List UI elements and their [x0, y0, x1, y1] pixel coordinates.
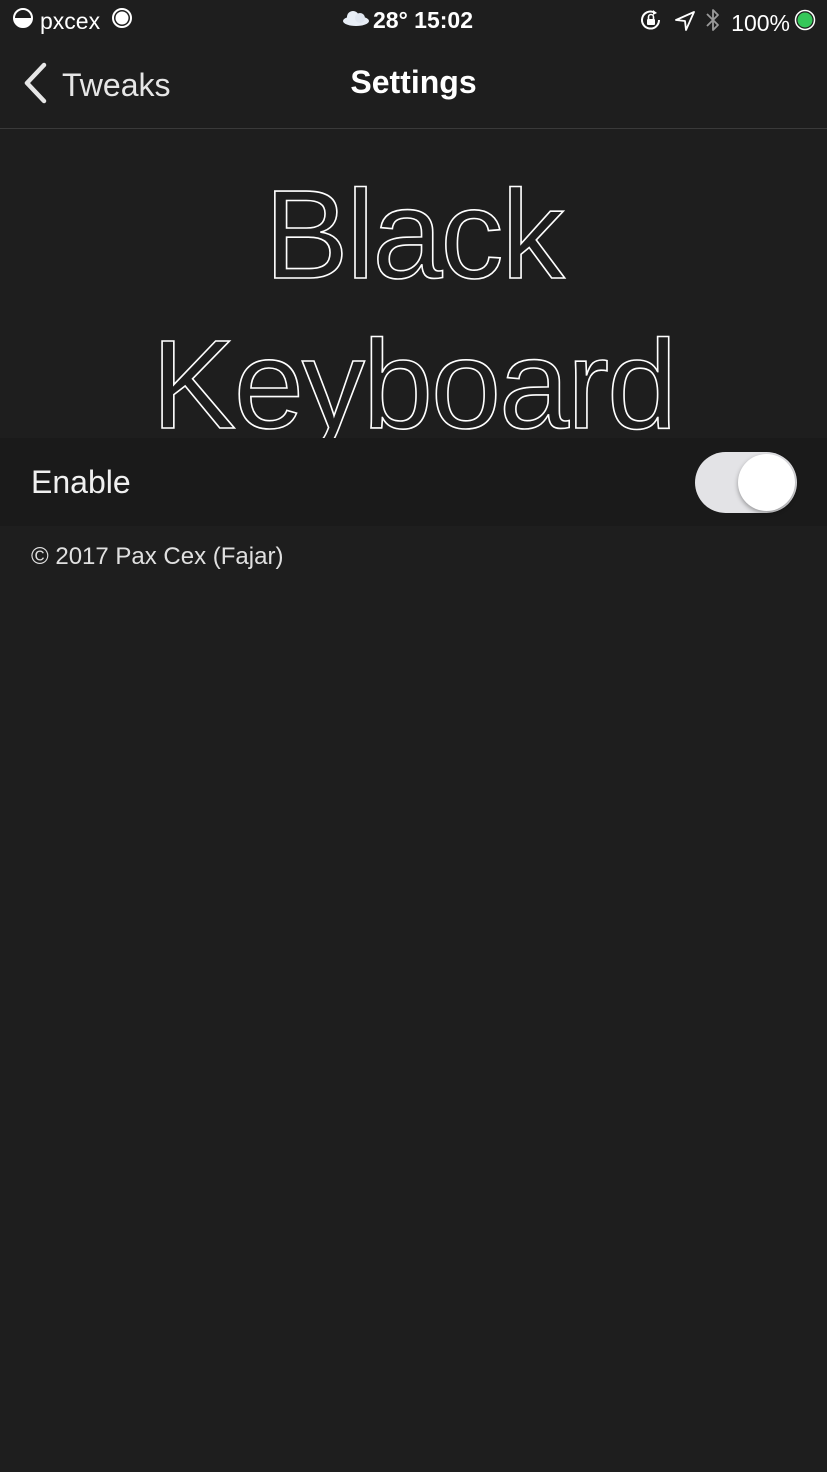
rotation-lock-icon — [639, 9, 663, 37]
status-center: 28° 15:02 — [341, 7, 473, 34]
settings-screen: pxcex 28° 15:02 100% Tweaks Settings Bla… — [0, 0, 827, 1472]
signal-icon — [12, 7, 34, 35]
location-icon — [675, 10, 696, 37]
bluetooth-icon — [705, 7, 721, 39]
switch-knob — [738, 454, 795, 511]
navigation-bar: Tweaks Settings — [0, 42, 827, 129]
cloud-icon — [341, 7, 371, 34]
status-left: pxcex — [12, 7, 133, 35]
tweak-banner-title: Black Keyboard — [151, 163, 678, 456]
enable-switch[interactable] — [695, 452, 797, 513]
status-right: 100% — [639, 7, 816, 39]
status-bar: pxcex 28° 15:02 100% — [0, 0, 827, 42]
battery-icon — [794, 9, 816, 37]
status-time: 28° 15:02 — [373, 7, 473, 33]
enable-cell: Enable — [0, 438, 827, 526]
carrier-name: pxcex — [40, 7, 101, 34]
enable-label: Enable — [31, 464, 131, 500]
page-title: Settings — [350, 64, 477, 100]
battery-percent: 100% — [731, 9, 790, 36]
copyright-footer: © 2017 Pax Cex (Fajar) — [31, 543, 284, 570]
wifi-icon — [111, 7, 133, 35]
